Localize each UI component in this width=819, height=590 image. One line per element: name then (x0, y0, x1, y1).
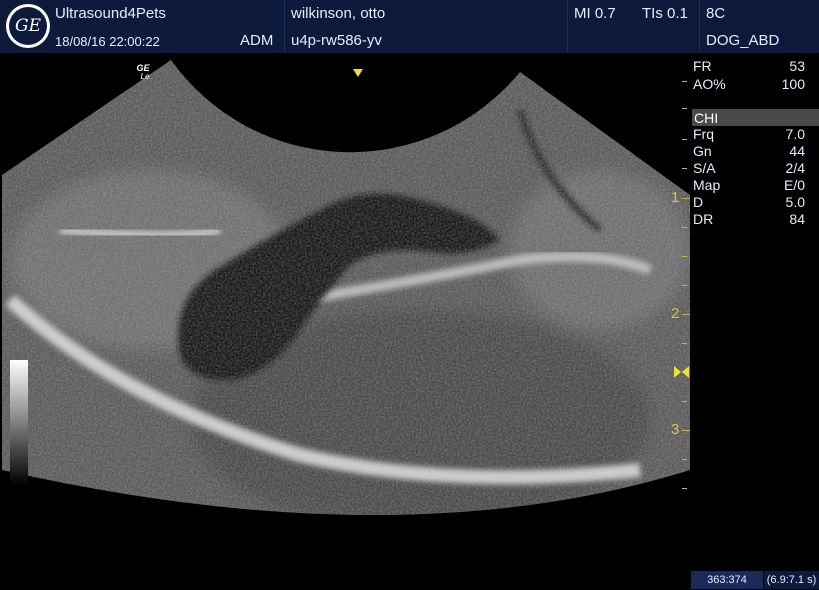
probe-marker-line2: Le (141, 72, 150, 81)
header-cell-institution: GE Ultrasound4Pets 18/08/16 22:00:22 ADM (0, 0, 285, 53)
header-cell-indices: MI 0.7 TIs 0.1 (568, 0, 700, 53)
ge-logo-icon: GE (6, 4, 50, 48)
thermal-index: TIs 0.1 (642, 5, 688, 22)
param-value: 2/4 (785, 160, 805, 176)
depth-minor-tick (682, 256, 687, 257)
param-key: AO% (693, 76, 726, 92)
patient-id: u4p-rw586-yv (291, 32, 382, 49)
header-cell-probe: 8C DOG_ABD (700, 0, 819, 53)
depth-minor-tick (682, 343, 687, 344)
patient-name: wilkinson, otto (291, 5, 386, 22)
exam-preset: DOG_ABD (706, 32, 780, 49)
cine-time-range: (6.9:7.1 s) (764, 571, 819, 589)
depth-minor-tick (682, 459, 687, 460)
focus-zone-icon[interactable] (673, 365, 690, 379)
param-key: S/A (693, 160, 716, 176)
param-key: D (693, 194, 704, 210)
param-key: Frq (693, 126, 714, 142)
depth-minor-tick (682, 401, 687, 402)
depth-tick (682, 198, 690, 199)
center-marker-icon (353, 69, 363, 77)
depth-minor-tick (682, 285, 687, 286)
param-value: 84 (789, 211, 805, 227)
depth-minor-tick (682, 108, 687, 109)
param-value: 5.0 (785, 194, 805, 210)
depth-minor-tick (682, 139, 687, 140)
parameter-panel: FR 53 AO% 100 CHI Frq 7.0 Gn 44 S/A 2/4 … (690, 53, 819, 590)
probe-name: 8C (706, 5, 726, 22)
ge-logo-text: GE (9, 7, 47, 45)
depth-label-1: 1 (671, 189, 680, 206)
param-value: 7.0 (785, 126, 805, 142)
depth-minor-tick (682, 168, 687, 169)
exam-datetime: 18/08/16 22:00:22 (55, 34, 160, 49)
param-value: E/0 (783, 177, 805, 193)
header-cell-patient: wilkinson, otto u4p-rw586-yv (285, 0, 568, 53)
param-key: DR (693, 211, 714, 227)
depth-label-3: 3 (671, 421, 680, 438)
depth-minor-tick (682, 81, 687, 82)
mode-label: CHI (694, 110, 719, 126)
depth-tick (682, 430, 690, 431)
header-bar: GE Ultrasound4Pets 18/08/16 22:00:22 ADM… (0, 0, 819, 53)
param-key: FR (693, 58, 712, 74)
depth-tick (682, 314, 690, 315)
cine-frame-counter: 363:374 (691, 571, 763, 589)
operator-label: ADM (240, 32, 274, 49)
institution-name: Ultrasound4Pets (55, 5, 166, 22)
param-key: Map (693, 177, 721, 193)
param-key: Gn (693, 143, 712, 159)
depth-minor-tick (682, 488, 687, 489)
ultrasound-image: GE Le (2, 60, 690, 515)
param-value: 53 (789, 58, 805, 74)
param-value: 100 (781, 76, 805, 92)
param-value: 44 (789, 143, 805, 159)
depth-minor-tick (682, 227, 687, 228)
depth-label-2: 2 (671, 305, 680, 322)
greyscale-bar (10, 360, 28, 485)
mechanical-index: MI 0.7 (574, 5, 616, 22)
mode-header[interactable]: CHI (692, 109, 819, 126)
